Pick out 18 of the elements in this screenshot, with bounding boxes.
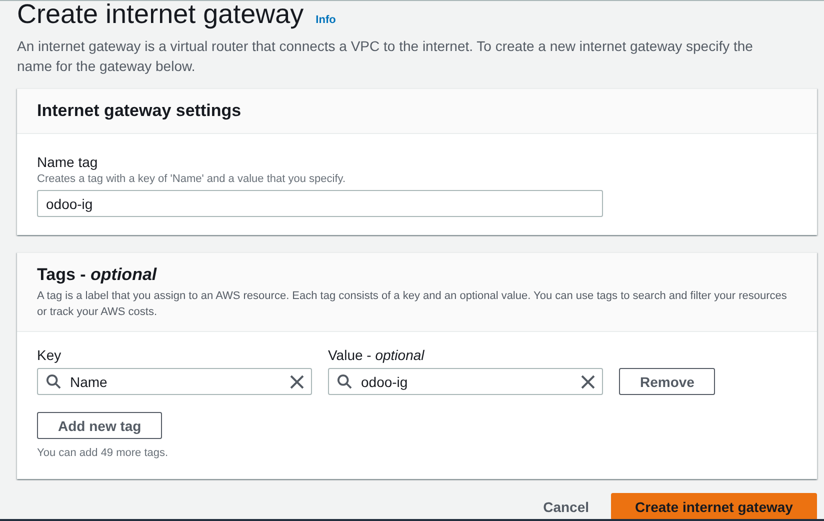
field-label: Name tag (37, 153, 99, 171)
panel-title: Tags - optional (37, 264, 158, 286)
key-field[interactable]: Name (37, 368, 312, 395)
add-tag-button[interactable]: Add new tag (37, 412, 162, 439)
name-tag-field[interactable]: odoo-ig (37, 190, 603, 217)
tag-limit-hint: You can add 49 more tags. (37, 446, 170, 461)
page-title: Create internet gateway (17, 0, 304, 30)
field-label: Key (37, 346, 62, 364)
cancel-button[interactable]: Cancel (543, 498, 589, 514)
create-button[interactable]: Create internet gateway (611, 493, 817, 520)
field-hint: Creates a tag with a key of 'Name' and a value that you specify. (37, 172, 346, 187)
page-description: An internet gateway is a virtual router that connects a VPC to the internet. To create a new internet gateway specify the name for the gateway below. (17, 37, 754, 76)
panel-title: Internet gateway settings (37, 100, 242, 122)
panel-description: A tag is a label that you assign to an AWS resource. Each tag consists of a key and an optional value. You can use tags to search and filter your resources or track your AWS costs. (37, 289, 788, 320)
value-field[interactable]: odoo-ig (328, 368, 603, 395)
field-label: Value - optional (328, 346, 424, 364)
remove-button[interactable]: Remove (619, 368, 716, 395)
info-link[interactable]: Info (316, 14, 336, 26)
